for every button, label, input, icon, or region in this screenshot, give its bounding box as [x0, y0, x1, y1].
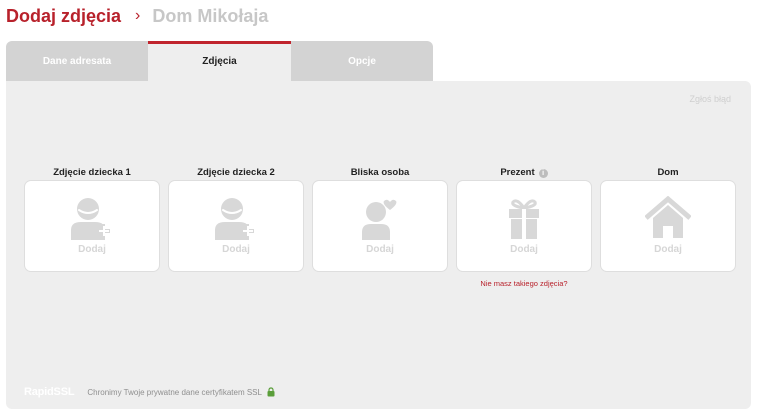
lock-icon	[267, 387, 275, 397]
page-header: Dodaj zdjęcia › Dom Mikołaja	[6, 4, 268, 28]
report-error-link[interactable]: Zgłoś błąd	[689, 94, 731, 104]
add-photo-card[interactable]: Dodaj	[601, 181, 735, 271]
add-photo-card[interactable]: Dodaj	[457, 181, 591, 271]
info-icon[interactable]: i	[538, 168, 548, 178]
photo-slot-close-person: Bliska osoba Dodaj	[313, 166, 447, 271]
rapidssl-logo: RapidSSL	[24, 386, 75, 398]
person-heart-icon	[362, 199, 397, 240]
tab-bar: Dane adresata Zdjęcia Opcje	[6, 41, 433, 82]
page-subtitle: Dom Mikołaja	[152, 5, 269, 26]
slot-label: Zdjęcie dziecka 2	[197, 167, 275, 178]
photo-slot-house: Dom Dodaj	[601, 166, 735, 271]
page-title: Dodaj zdjęcia	[6, 5, 122, 26]
tab-zdjecia[interactable]: Zdjęcia	[148, 41, 291, 82]
add-label: Dodaj	[654, 244, 682, 255]
tab-opcje[interactable]: Opcje	[291, 41, 433, 82]
slot-label: Zdjęcie dziecka 1	[53, 167, 131, 178]
photos-panel: Zgłoś błąd Zdjęcie dziecka 1 Dodaj Zdjęc…	[6, 81, 751, 409]
add-photo-card[interactable]: Dodaj	[313, 181, 447, 271]
add-photo-card[interactable]: Dodaj	[169, 181, 303, 271]
gift-icon	[509, 199, 539, 239]
slot-label: Prezent i	[457, 166, 591, 180]
house-icon	[645, 196, 691, 238]
ssl-footer: RapidSSL Chronimy Twoje prywatne dane ce…	[24, 386, 275, 398]
slot-label: Dom	[657, 167, 679, 178]
no-photo-link[interactable]: Nie masz takiego zdjęcia?	[457, 279, 591, 288]
photo-slot-child-2: Zdjęcie dziecka 2 Dodaj	[169, 166, 303, 271]
photo-slot-child-1: Zdjęcie dziecka 1 Dodaj	[25, 166, 159, 271]
slot-label: Bliska osoba	[350, 167, 410, 178]
add-person-icon	[71, 198, 110, 240]
add-person-icon	[215, 198, 254, 240]
ssl-notice: Chronimy Twoje prywatne dane certyfikate…	[87, 387, 262, 397]
add-label: Dodaj	[366, 244, 394, 255]
tab-dane-adresata[interactable]: Dane adresata	[6, 41, 148, 82]
add-label: Dodaj	[78, 244, 106, 255]
add-photo-card[interactable]: Dodaj	[25, 181, 159, 271]
breadcrumb-separator: ›	[135, 7, 141, 24]
add-label: Dodaj	[222, 244, 250, 255]
photo-slot-gift: Prezent i Dodaj Nie masz takiego zdjęcia…	[457, 166, 591, 288]
add-label: Dodaj	[510, 244, 538, 255]
